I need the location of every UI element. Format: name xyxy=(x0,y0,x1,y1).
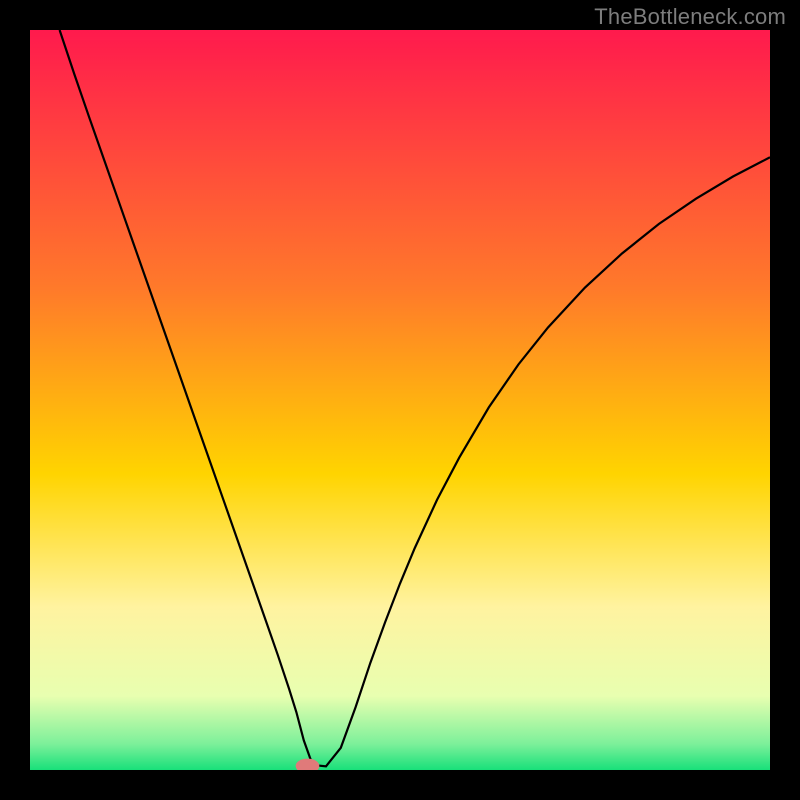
gradient-background xyxy=(30,30,770,770)
plot-svg xyxy=(30,30,770,770)
plot-area xyxy=(30,30,770,770)
watermark-text: TheBottleneck.com xyxy=(594,4,786,30)
chart-frame: TheBottleneck.com xyxy=(0,0,800,800)
